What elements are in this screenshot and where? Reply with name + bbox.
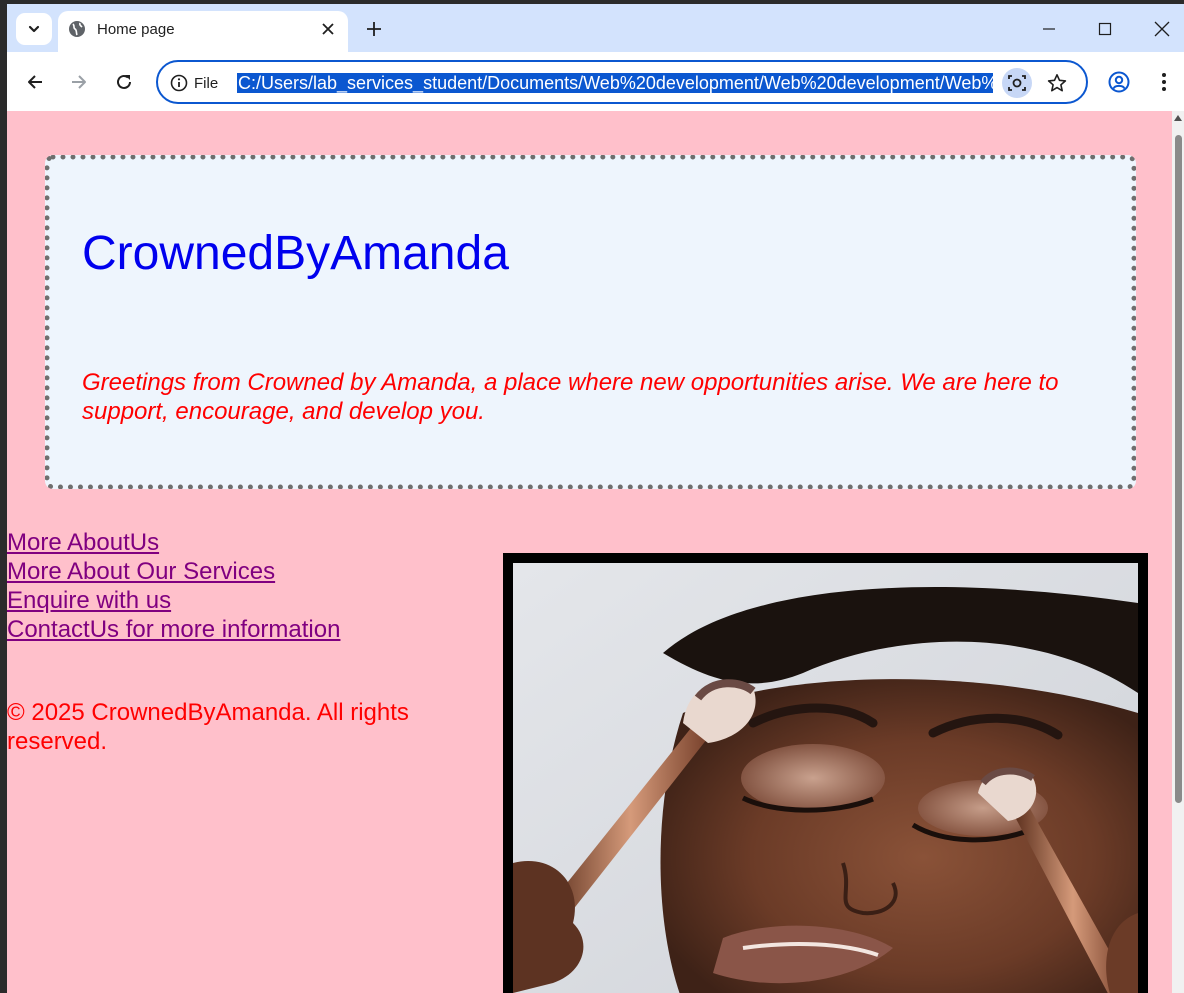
web-page: CrownedByAmanda Greetings from Crowned b… <box>7 111 1172 993</box>
globe-icon <box>69 21 85 37</box>
tab-title: Home page <box>97 21 175 38</box>
more-vert-icon <box>1162 73 1166 91</box>
close-icon <box>1154 21 1170 37</box>
tab-strip: Home page <box>7 4 1184 52</box>
scroll-up-arrow-icon[interactable] <box>1174 115 1182 121</box>
link-more-about-us[interactable]: More AboutUs <box>7 528 340 557</box>
link-contact-us[interactable]: ContactUs for more information <box>7 615 340 644</box>
page-scrollbar[interactable] <box>1172 111 1184 993</box>
camera-search-icon <box>1008 75 1026 91</box>
url-text[interactable]: C:/Users/lab_services_student/Documents/… <box>237 71 993 95</box>
chevron-down-icon <box>28 25 40 33</box>
plus-icon <box>367 22 381 36</box>
minimize-icon <box>1043 28 1055 30</box>
browser-window: Home page File C:/Users/lab_services_stu… <box>7 4 1184 993</box>
profile-icon <box>1108 71 1130 93</box>
minimize-button[interactable] <box>1029 12 1069 46</box>
new-tab-button[interactable] <box>360 15 388 43</box>
tab-search-button[interactable] <box>16 13 52 45</box>
info-icon <box>170 74 188 92</box>
maximize-button[interactable] <box>1085 12 1125 46</box>
profile-button[interactable] <box>1103 66 1135 98</box>
header-box: CrownedByAmanda Greetings from Crowned b… <box>45 155 1136 489</box>
forward-button[interactable] <box>63 66 95 98</box>
greeting-text: Greetings from Crowned by Amanda, a plac… <box>82 369 1059 425</box>
url-selected-text: C:/Users/lab_services_student/Documents/… <box>237 73 993 93</box>
makeup-photo-image <box>513 563 1138 993</box>
reload-button[interactable] <box>108 66 140 98</box>
bookmark-button[interactable] <box>1043 69 1071 97</box>
site-title: CrownedByAmanda <box>82 227 509 280</box>
scroll-thumb[interactable] <box>1175 135 1182 803</box>
site-info-label: File <box>194 74 219 92</box>
tab-home-page[interactable]: Home page <box>58 11 348 52</box>
site-info-button[interactable]: File <box>170 72 218 94</box>
nav-links: More AboutUs More About Our Services Enq… <box>7 528 340 644</box>
address-bar[interactable]: File C:/Users/lab_services_student/Docum… <box>156 60 1088 104</box>
back-button[interactable] <box>19 66 51 98</box>
browser-toolbar: File C:/Users/lab_services_student/Docum… <box>7 52 1184 111</box>
lens-button[interactable] <box>1002 68 1032 98</box>
star-icon <box>1047 74 1067 92</box>
link-more-about-services[interactable]: More About Our Services <box>7 557 340 586</box>
browser-menu-button[interactable] <box>1149 66 1179 98</box>
close-window-button[interactable] <box>1142 12 1182 46</box>
makeup-photo <box>503 553 1148 993</box>
arrow-left-icon <box>28 75 42 89</box>
maximize-icon <box>1098 22 1112 36</box>
link-enquire[interactable]: Enquire with us <box>7 586 340 615</box>
arrow-right-icon <box>72 75 86 89</box>
copyright-text: © 2025 CrownedByAmanda. All rights reser… <box>7 699 409 755</box>
close-icon <box>322 23 334 35</box>
reload-icon <box>117 74 131 89</box>
tab-close-button[interactable] <box>316 17 340 41</box>
